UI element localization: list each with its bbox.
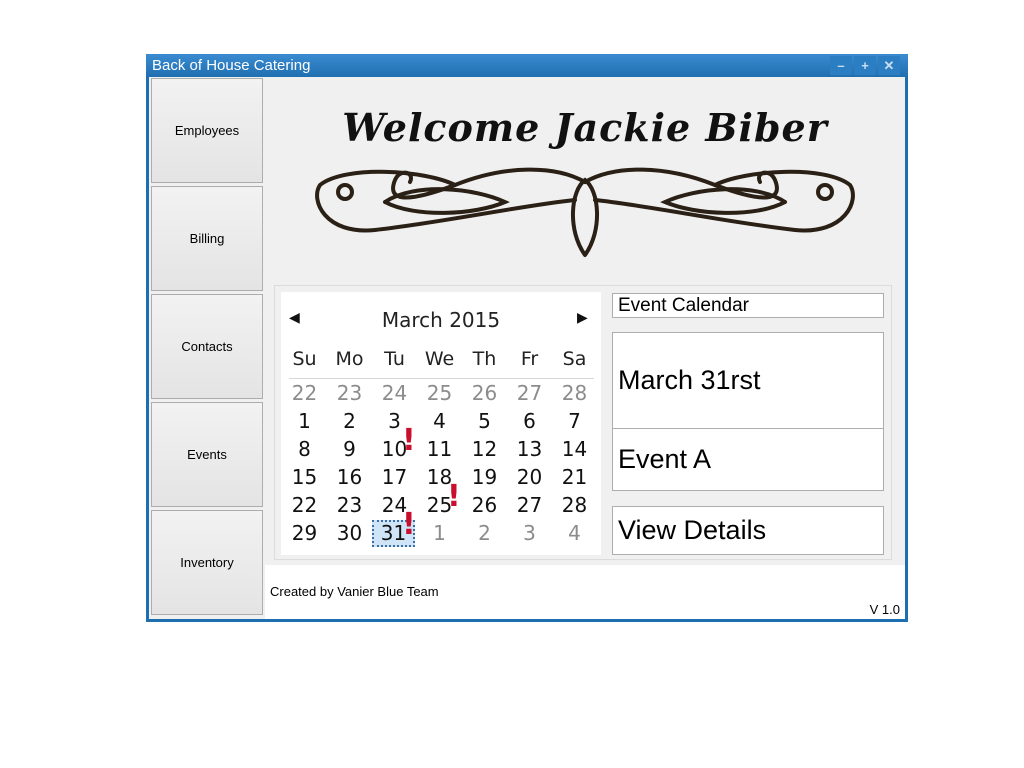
welcome-text: Welcome Jackie Biber <box>342 105 828 150</box>
day-of-week-label: Tu <box>384 348 405 370</box>
day-of-week-label: Th <box>472 348 497 370</box>
selected-date-box: March 31rst <box>612 332 884 429</box>
nav-contacts-label: Contacts <box>181 339 233 354</box>
day-of-week-label: We <box>424 348 455 370</box>
calendar-day[interactable]: 23 <box>327 492 372 519</box>
calendar-day[interactable]: 4 <box>417 408 462 435</box>
calendar-day[interactable]: 1 <box>417 520 462 547</box>
event-calendar-header-text: Event Calendar <box>618 294 749 316</box>
nav-employees-label: Employees <box>174 123 240 138</box>
calendar-day[interactable]: 21 <box>552 464 597 491</box>
month-calendar[interactable]: ◀ March 2015 ▶ Su Mo Tu We Th Fr Sa 22 23 24 25 26… <box>281 292 601 555</box>
footer: Created by Vanier Blue Team V 1.0 <box>265 565 905 619</box>
calendar-day[interactable]: 5 <box>462 408 507 435</box>
calendar-day[interactable]: 17 <box>372 464 417 491</box>
nav-inventory-label: Inventory <box>180 555 234 570</box>
day-of-week-label: Sa <box>562 348 587 370</box>
calendar-day[interactable]: 29 <box>282 520 327 547</box>
nav-employees-button[interactable]: Employees <box>151 78 263 183</box>
view-details-label: View Details <box>618 515 767 545</box>
event-marker-icon: ! <box>402 507 416 542</box>
day-of-week-label: Su <box>292 348 317 370</box>
calendar-day[interactable]: 9 <box>327 436 372 463</box>
calendar-day[interactable]: 7 <box>552 408 597 435</box>
title-bar[interactable]: Back of House Catering – + ✕ <box>146 54 908 77</box>
calendar-day[interactable]: 3 <box>507 520 552 547</box>
minimize-icon[interactable]: – <box>830 56 852 75</box>
day-of-week-label: Fr <box>520 348 539 370</box>
credit-text: Created by Vanier Blue Team <box>270 584 439 599</box>
nav-events-button[interactable]: Events <box>151 402 263 507</box>
calendar-day[interactable]: 28 <box>552 492 597 519</box>
nav-billing-button[interactable]: Billing <box>151 186 263 291</box>
version-text: V 1.0 <box>869 602 900 617</box>
calendar-day[interactable]: 22 <box>282 492 327 519</box>
event-marker-icon: ! <box>447 479 461 514</box>
maximize-icon[interactable]: + <box>854 56 876 75</box>
day-of-week-label: Mo <box>335 348 364 370</box>
nav-events-label: Events <box>187 447 227 462</box>
close-icon[interactable]: ✕ <box>878 56 900 75</box>
calendar-day[interactable]: 23 <box>327 380 372 407</box>
calendar-day[interactable]: 27 <box>507 380 552 407</box>
calendar-month-label[interactable]: March 2015 <box>281 308 601 332</box>
view-details-button[interactable]: View Details <box>612 506 884 555</box>
event-name: Event A <box>618 444 712 474</box>
calendar-day[interactable]: 16 <box>327 464 372 491</box>
client-area: Employees Billing Contacts Events Invent… <box>149 77 905 619</box>
nav-inventory-button[interactable]: Inventory <box>151 510 263 615</box>
calendar-day[interactable]: 30 <box>327 520 372 547</box>
calendar-day[interactable]: 2 <box>327 408 372 435</box>
calendar-divider <box>289 378 594 379</box>
calendar-day[interactable]: 22 <box>282 380 327 407</box>
calendar-day[interactable]: 6 <box>507 408 552 435</box>
app-window: Back of House Catering – + ✕ Employees B… <box>146 54 908 622</box>
next-month-icon[interactable]: ▶ <box>577 309 588 326</box>
calendar-day[interactable]: 2 <box>462 520 507 547</box>
flourish-ornament <box>315 167 855 257</box>
event-entry[interactable]: Event A <box>612 428 884 491</box>
calendar-day[interactable]: 20 <box>507 464 552 491</box>
calendar-day[interactable]: 4 <box>552 520 597 547</box>
calendar-day[interactable]: 13 <box>507 436 552 463</box>
calendar-day[interactable]: 25 <box>417 380 462 407</box>
calendar-day[interactable]: 26 <box>462 492 507 519</box>
calendar-day[interactable]: 15 <box>282 464 327 491</box>
calendar-day[interactable]: 1 <box>282 408 327 435</box>
nav-contacts-button[interactable]: Contacts <box>151 294 263 399</box>
welcome-banner: Welcome Jackie Biber <box>265 77 905 282</box>
calendar-day[interactable]: 26 <box>462 380 507 407</box>
calendar-day[interactable]: 8 <box>282 436 327 463</box>
calendar-day[interactable]: 12 <box>462 436 507 463</box>
calendar-day[interactable]: 24 <box>372 380 417 407</box>
selected-date-text: March 31rst <box>618 365 761 395</box>
calendar-day[interactable]: 11 <box>417 436 462 463</box>
calendar-day[interactable]: 14 <box>552 436 597 463</box>
calendar-day[interactable]: 27 <box>507 492 552 519</box>
calendar-day[interactable]: 28 <box>552 380 597 407</box>
event-marker-icon: ! <box>402 423 416 458</box>
nav-billing-label: Billing <box>189 231 225 246</box>
window-title: Back of House Catering <box>152 57 311 74</box>
event-calendar-header: Event Calendar <box>612 293 884 318</box>
calendar-day[interactable]: 19 <box>462 464 507 491</box>
